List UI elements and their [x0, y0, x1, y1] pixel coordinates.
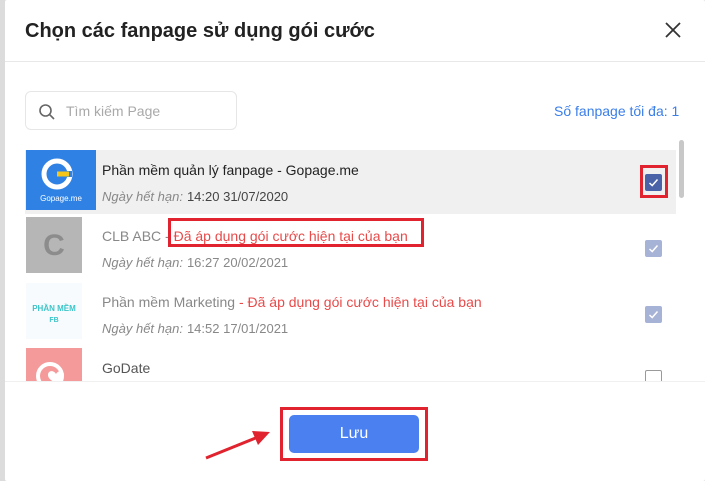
fanpage-row[interactable]: GoDate — [25, 348, 676, 381]
save-button[interactable]: Lưu — [289, 415, 419, 453]
scrollbar-thumb[interactable] — [679, 140, 684, 198]
letter-avatar-icon: C — [43, 229, 65, 262]
page-expiry: Ngày hết hạn: 16:27 20/02/2021 — [102, 255, 289, 270]
godate-logo-icon — [36, 362, 64, 381]
page-avatar: C — [26, 217, 82, 273]
svg-text:FB: FB — [49, 317, 58, 324]
list-scrollbar[interactable] — [679, 140, 684, 380]
search-input[interactable] — [66, 100, 231, 122]
close-icon — [665, 22, 681, 38]
page-name: Phần mềm quản lý fanpage - Gopage.me — [102, 162, 359, 178]
max-fanpage-count: Số fanpage tối đa: 1 — [554, 103, 680, 119]
fanpage-row[interactable]: Gopage.me Phần mềm quản lý fanpage - Gop… — [25, 150, 676, 214]
check-icon — [648, 311, 659, 319]
fanpage-list: Gopage.me Phần mềm quản lý fanpage - Gop… — [25, 150, 676, 381]
page-name: Phần mềm Marketing - Đã áp dụng gói cước… — [102, 294, 482, 310]
page-expiry: Ngày hết hạn: 14:52 17/01/2021 — [102, 321, 289, 336]
checkbox-highlight — [640, 165, 668, 198]
page-checkbox[interactable] — [645, 370, 662, 381]
page-checkbox — [645, 306, 662, 323]
marketing-logo-icon: PHẦN MỀM FB — [32, 303, 76, 324]
svg-text:PHẦN MỀM: PHẦN MỀM — [32, 303, 76, 313]
page-avatar: PHẦN MỀM FB — [26, 283, 82, 339]
page-name: GoDate — [102, 360, 151, 376]
gopage-logo-icon: Gopage.me — [40, 158, 82, 203]
search-icon — [39, 104, 55, 120]
fanpage-row: PHẦN MỀM FB Phần mềm Marketing - Đã áp d… — [25, 282, 676, 346]
arrow-annotation-icon — [205, 431, 270, 460]
applied-status: Đã áp dụng gói cước hiện tại của bạn — [247, 294, 482, 310]
status-highlight — [168, 218, 424, 247]
page-avatar: Gopage.me — [26, 150, 96, 210]
modal-title: Chọn các fanpage sử dụng gói cước — [25, 20, 375, 42]
search-box[interactable] — [25, 91, 237, 130]
save-button-highlight: Lưu — [280, 407, 428, 461]
footer-divider — [5, 381, 705, 382]
modal-header: Chọn các fanpage sử dụng gói cước — [5, 0, 705, 62]
close-button[interactable] — [662, 19, 684, 41]
page-avatar — [26, 348, 82, 381]
svg-text:Gopage.me: Gopage.me — [40, 194, 82, 203]
page-checkbox — [645, 240, 662, 257]
check-icon — [648, 245, 659, 253]
page-expiry: Ngày hết hạn: 14:20 31/07/2020 — [102, 189, 289, 204]
svg-text:C: C — [43, 229, 65, 262]
